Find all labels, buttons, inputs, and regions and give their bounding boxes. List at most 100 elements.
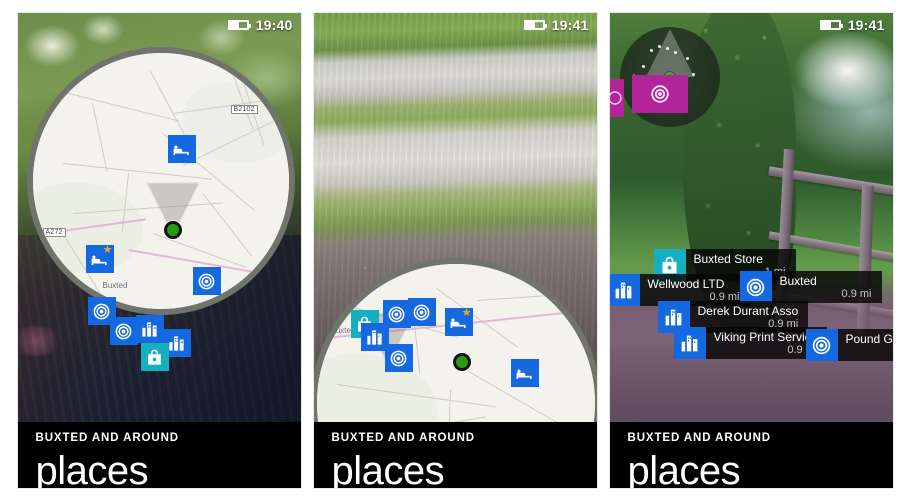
poi-target[interactable] xyxy=(192,267,221,295)
target-icon xyxy=(609,91,622,105)
ar-label-icon xyxy=(609,274,640,306)
ar-label-name: Pound Gre xyxy=(845,331,893,346)
status-bar: 19:41 xyxy=(819,17,885,33)
map-surface: Buxted xyxy=(316,264,595,424)
business-icon xyxy=(169,335,184,351)
map-road xyxy=(62,163,212,180)
radar-blip xyxy=(641,65,645,68)
map-road xyxy=(476,292,587,301)
map-road xyxy=(52,89,179,122)
target-icon xyxy=(812,336,831,354)
current-location-dot xyxy=(452,353,471,371)
poi-target[interactable] xyxy=(407,298,436,326)
map-bubble[interactable]: B2102 A272 Buxted Buxted xyxy=(26,47,295,315)
ar-label-name: Viking Print Service xyxy=(713,329,818,344)
featured-star-icon: ★ xyxy=(461,307,472,319)
camera-viewfinder: ← Buxted Store Wellwood LTD 0.9 mi Buxte… xyxy=(609,13,893,424)
shop-icon xyxy=(148,349,161,365)
ar-label-text: Buxted 0.9 mi xyxy=(771,271,882,303)
clock: 19:40 xyxy=(255,17,293,33)
target-icon xyxy=(413,304,430,320)
app-header-label: BUXTED AND AROUND xyxy=(331,432,476,444)
target-icon xyxy=(93,303,110,319)
radar-heading-sweep xyxy=(645,29,694,77)
phone-screen-map-view: B2102 A272 Buxted Buxted ★ xyxy=(16,12,302,489)
target-icon xyxy=(198,273,215,289)
ar-label-text: Pound Gre 0.9 xyxy=(837,329,893,361)
camera-viewfinder: B2102 A272 Buxted Buxted ★ xyxy=(17,13,301,424)
ar-label[interactable]: Pound Gre 0.9 xyxy=(805,329,893,361)
business-icon xyxy=(615,282,632,298)
poi-hotel-featured[interactable]: ★ xyxy=(85,244,114,273)
map-landuse xyxy=(182,83,289,163)
ar-label-icon xyxy=(805,329,838,361)
battery-half-icon xyxy=(227,20,251,30)
radar-blip xyxy=(673,51,677,54)
radar-blip xyxy=(685,57,689,60)
map-road xyxy=(446,389,451,424)
map-bubble[interactable]: Buxted xyxy=(313,258,597,424)
business-icon xyxy=(681,335,698,351)
poi-hotel[interactable] xyxy=(167,135,196,163)
radar-blip xyxy=(665,47,669,50)
ar-label-distance: 0.9 mi xyxy=(841,287,872,300)
ar-label[interactable]: Viking Print Service 0.9 mi xyxy=(673,327,828,359)
poi-business[interactable] xyxy=(135,315,164,343)
ar-label[interactable]: Buxted 0.9 mi xyxy=(739,271,882,303)
shop-icon xyxy=(662,256,677,273)
road-shield-a272: A272 xyxy=(42,228,66,237)
clock: 19:41 xyxy=(551,17,589,33)
target-icon xyxy=(390,350,407,366)
page-title: places xyxy=(627,449,741,489)
ar-label-name: Derek Durant Asso xyxy=(697,303,799,318)
target-icon xyxy=(388,306,405,322)
ar-label-name: Buxted xyxy=(779,273,817,288)
current-location-dot xyxy=(163,221,182,239)
ar-tile-accent[interactable] xyxy=(631,75,688,113)
camera-viewfinder: Buxted ★ xyxy=(313,13,597,424)
target-icon xyxy=(115,323,132,339)
app-header-label: BUXTED AND AROUND xyxy=(627,432,772,444)
map-surface: B2102 A272 Buxted Buxted xyxy=(32,53,289,309)
phone-screen-ar-view: ← Buxted Store Wellwood LTD 0.9 mi Buxte… xyxy=(608,12,894,489)
ar-label-name: Buxted Store xyxy=(693,251,763,266)
radar-blip xyxy=(691,73,695,76)
app-chrome: BUXTED AND AROUND places xyxy=(609,422,893,489)
ar-label-icon xyxy=(739,271,772,303)
poi-target[interactable] xyxy=(384,344,413,372)
status-bar: 19:40 xyxy=(227,17,293,33)
scene-highlight xyxy=(17,326,60,356)
business-icon xyxy=(142,321,157,337)
map-place-label: Buxted xyxy=(102,281,128,290)
app-header-label: BUXTED AND AROUND xyxy=(35,432,180,444)
hotel-icon xyxy=(173,145,189,155)
ar-label-icon xyxy=(673,327,706,359)
battery-half-icon xyxy=(523,20,547,30)
phone-screen-camera-map-view: Buxted ★ 19:41 BUXTED AND AROUND places xyxy=(312,12,598,489)
radar-blip xyxy=(657,45,661,48)
app-chrome: BUXTED AND AROUND places xyxy=(313,422,597,489)
business-icon xyxy=(665,309,682,325)
map-road xyxy=(91,103,108,172)
poi-target[interactable] xyxy=(382,300,411,328)
target-icon xyxy=(746,278,765,296)
road-shield-b2102: B2102 xyxy=(230,105,258,114)
radar-blip xyxy=(649,49,653,52)
ar-label-distance: 0.9 mi xyxy=(787,343,818,356)
app-chrome: BUXTED AND AROUND places xyxy=(17,422,301,489)
page-title: places xyxy=(35,449,149,489)
poi-target[interactable] xyxy=(109,317,138,345)
target-icon xyxy=(650,85,669,103)
poi-hotel[interactable] xyxy=(510,359,539,387)
screenshot-sheet: B2102 A272 Buxted Buxted ★ xyxy=(0,0,910,501)
ar-label-distance: 0.9 xyxy=(846,346,893,359)
hotel-icon xyxy=(516,369,532,379)
poi-shop[interactable] xyxy=(140,343,169,371)
business-icon xyxy=(367,329,382,345)
status-bar: 19:41 xyxy=(523,17,589,33)
poi-hotel-featured[interactable]: ★ xyxy=(444,307,473,336)
ar-tile-accent[interactable] xyxy=(609,79,624,117)
featured-star-icon: ★ xyxy=(102,244,113,256)
page-title: places xyxy=(331,449,445,489)
ar-label-name: Wellwood LTD xyxy=(647,276,725,291)
